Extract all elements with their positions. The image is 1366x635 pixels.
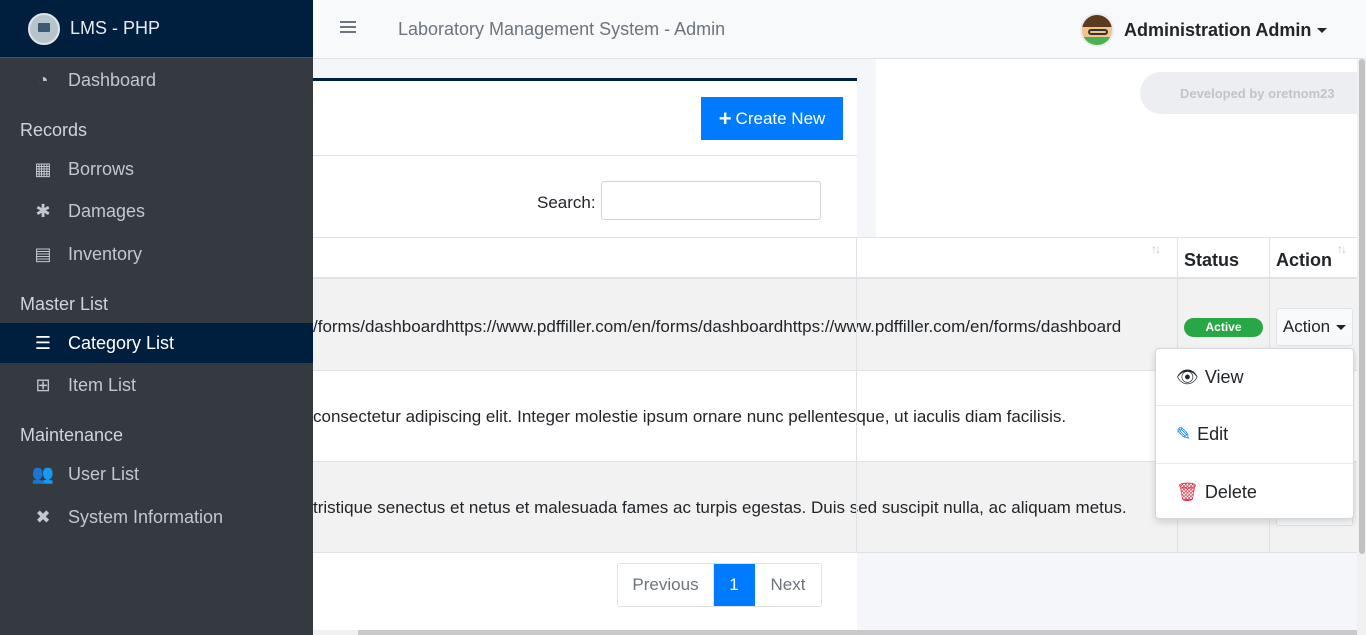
action-dropdown-menu: 👁 View ✎ Edit 🗑 Delete [1155,348,1354,519]
description-cell: consectetur adipiscing elit. Integer mol… [313,407,1067,426]
eye-icon: 👁 [1176,366,1199,387]
user-menu[interactable]: Administration Admin [1080,13,1328,47]
users-icon: 👥 [31,463,55,484]
sidebar-item-dashboard[interactable]: ◔ Dashboard [0,60,313,100]
caret-down-icon [1317,27,1328,33]
bug-icon: ✱ [35,200,51,221]
previous-page-button[interactable]: Previous [618,564,714,606]
dashboard-icon: ◔ [37,69,49,90]
horizontal-scrollbar-thumb[interactable] [358,630,1357,635]
create-new-button[interactable]: + Create New [701,97,843,140]
view-menu-item[interactable]: 👁 View [1156,349,1353,405]
boxes-icon: ▦ [34,158,52,179]
edit-icon: ✎ [1176,423,1192,444]
caret-down-icon [1336,324,1347,330]
sidebar-item-user-list[interactable]: 👥 User List [0,454,313,494]
plus-icon: + [718,105,732,131]
sidebar-header-records: Records [20,120,88,140]
sort-icon[interactable]: ↑↓ [1151,242,1161,256]
tools-icon: ✖ [35,506,51,527]
delete-menu-item[interactable]: 🗑 Delete [1156,464,1353,520]
page-1-button[interactable]: 1 [714,564,755,606]
developer-credit: Developed by oretnom23 [1140,72,1366,114]
grid-icon: ⊞ [35,374,51,395]
status-header[interactable]: Status [1184,250,1239,271]
sidebar-header-maintenance: Maintenance [20,425,124,445]
vertical-scrollbar-thumb[interactable] [1359,59,1365,554]
sidebar-item-system-information[interactable]: ✖ System Information [0,497,313,537]
search-label: Search: [537,193,596,212]
user-name: Administration Admin [1124,19,1312,40]
clipboard-icon: ▤ [34,243,52,264]
description-cell: /forms/dashboardhttps://www.pdffiller.co… [313,317,1122,336]
action-header[interactable]: Action [1276,250,1332,271]
table-icon: ☰ [34,332,52,353]
trash-icon: 🗑 [1176,481,1199,502]
sort-icon[interactable]: ↑↓ [1337,242,1347,256]
page-title: Laboratory Management System - Admin [398,19,726,39]
sidebar-item-item-list[interactable]: ⊞ Item List [0,365,313,405]
next-page-button[interactable]: Next [755,564,821,606]
brand-name: LMS - PHP [70,18,161,38]
sidebar-item-borrows[interactable]: ▦ Borrows [0,149,313,189]
card-divider [313,155,857,156]
edit-menu-item[interactable]: ✎ Edit [1156,406,1353,462]
menu-toggle-icon[interactable] [340,18,360,40]
sidebar-item-damages[interactable]: ✱ Damages [0,191,313,231]
sidebar-item-inventory[interactable]: ▤ Inventory [0,234,313,274]
brand-link[interactable]: LMS - PHP [0,0,313,58]
pagination: Previous 1 Next [617,563,822,607]
table-header: ↑↓ Status Action ↑↓ [313,237,1357,279]
search-input[interactable] [601,181,821,220]
sidebar: LMS - PHP ◔ Dashboard Records ▦ Borrows ✱ D… [0,0,313,635]
computer-logo-icon [28,12,60,45]
sidebar-item-category-list[interactable]: ☰ Category List [0,323,313,363]
status-badge: Active [1184,318,1263,337]
description-cell: tristique senectus et netus et malesuada… [313,498,1127,517]
action-dropdown-button[interactable]: Action [1276,308,1353,346]
sidebar-header-master-list: Master List [20,294,109,314]
avatar [1080,13,1114,47]
